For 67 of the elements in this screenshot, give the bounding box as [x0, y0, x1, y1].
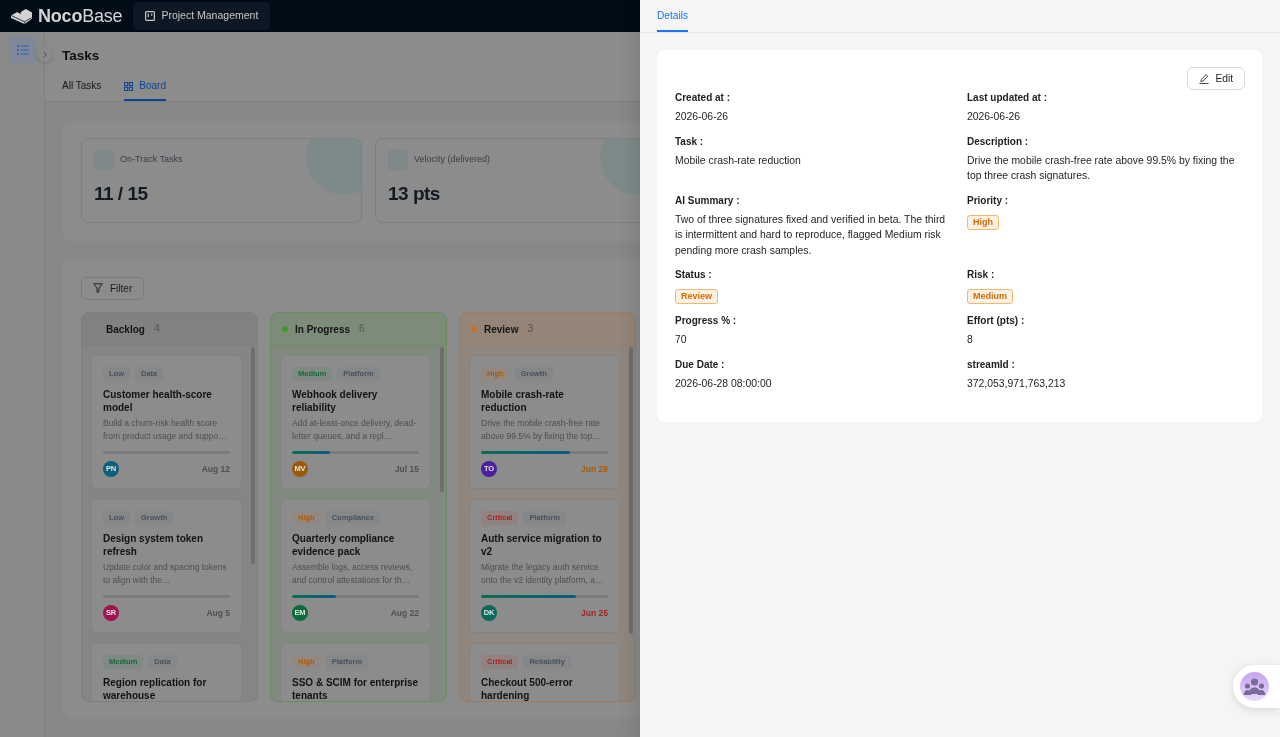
pencil-icon	[1199, 73, 1210, 84]
card-title: Webhook delivery reliability	[292, 388, 379, 414]
due-date: Jul 15	[394, 462, 419, 476]
field-value: 2026-06-26	[967, 110, 1022, 124]
card-title: Auth service migration to v2	[481, 532, 603, 558]
column-count: 3	[527, 321, 534, 337]
stat-value: 11 / 15	[94, 182, 148, 206]
due-date: Jun 25	[581, 606, 608, 620]
stat-label: Velocity (delivered)	[414, 153, 491, 167]
field-value: 2026-06-26	[675, 110, 730, 124]
kanban-icon	[145, 11, 156, 21]
field-label: Task :	[675, 134, 705, 149]
card-title: Mobile crash-rate reduction	[481, 388, 565, 414]
field-value: 70	[675, 333, 688, 347]
card-title: Quarterly compliance evidence pack	[292, 532, 396, 558]
column-title: In Progress	[295, 322, 351, 337]
stat-label: On-Track Tasks	[120, 153, 183, 167]
people-icon	[1240, 672, 1269, 701]
scrollbar[interactable]	[628, 347, 633, 634]
field-value: Drive the mobile crash-free rate above 99.5% by fixing the top three crash signatures.	[967, 153, 1236, 183]
field-label: Priority :	[967, 193, 1010, 208]
field-value: 2026-06-28 08:00:00	[675, 376, 773, 391]
field-label: Progress % :	[675, 314, 738, 328]
grid-icon	[124, 81, 134, 91]
chevron-icon	[43, 50, 47, 58]
field-value: Two of three signatures fixed and verified in beta. The third is intermittent and hard to reproduce, flagged Medium risk pending more crash samples.	[675, 212, 947, 258]
tab[interactable]: Board	[124, 78, 166, 101]
due-date: Aug 5	[206, 606, 230, 620]
field-label: Description :	[967, 134, 1030, 149]
menu-button[interactable]	[9, 36, 36, 63]
field-value: Mobile crash-rate reduction	[675, 153, 802, 168]
due-date: Jun 28	[581, 462, 608, 476]
card-title: Customer health-score model	[103, 388, 213, 414]
filter-icon	[93, 283, 103, 293]
page-title: Tasks	[62, 47, 100, 65]
field-label: Created at :	[675, 91, 731, 105]
card-title: Design system token refresh	[103, 532, 205, 558]
nav-tab[interactable]: Project Management	[133, 2, 271, 30]
status-tag: High	[967, 214, 999, 230]
field-label: Effort (pts) :	[967, 314, 1026, 328]
list-icon	[16, 44, 29, 55]
field-label: streamId :	[967, 357, 1016, 372]
assistant-button[interactable]	[1233, 665, 1280, 708]
stat-value: 13 pts	[388, 182, 440, 206]
tab[interactable]: Details	[657, 0, 689, 32]
field-label: Risk :	[967, 268, 996, 282]
field-label: AI Summary :	[675, 193, 741, 208]
column-title: Backlog	[106, 322, 145, 337]
column-title: Review	[484, 322, 519, 337]
status-tag: Medium	[967, 289, 1013, 304]
due-date: Aug 22	[390, 606, 419, 620]
logo-text: NocoBase	[38, 5, 123, 27]
scrollbar[interactable]	[439, 347, 444, 492]
edit-button[interactable]: Edit	[1187, 67, 1245, 90]
field-label: Status :	[675, 268, 713, 282]
due-date: Aug 12	[201, 462, 230, 476]
field-value: 372,053,971,763,213	[967, 376, 1067, 391]
field-label: Due Date :	[675, 357, 726, 372]
card-title: Region replication for warehouse	[103, 676, 208, 701]
status-tag: Review	[675, 289, 719, 304]
field-value: 8	[967, 333, 974, 347]
tab[interactable]: All Tasks	[62, 78, 102, 101]
filter-button[interactable]: Filter	[81, 276, 145, 300]
logo-icon	[11, 8, 32, 24]
card-title: Checkout 500-error hardening	[481, 676, 574, 701]
field-label: Last updated at :	[967, 91, 1048, 105]
card-title: SSO & SCIM for enterprise tenants	[292, 676, 419, 701]
